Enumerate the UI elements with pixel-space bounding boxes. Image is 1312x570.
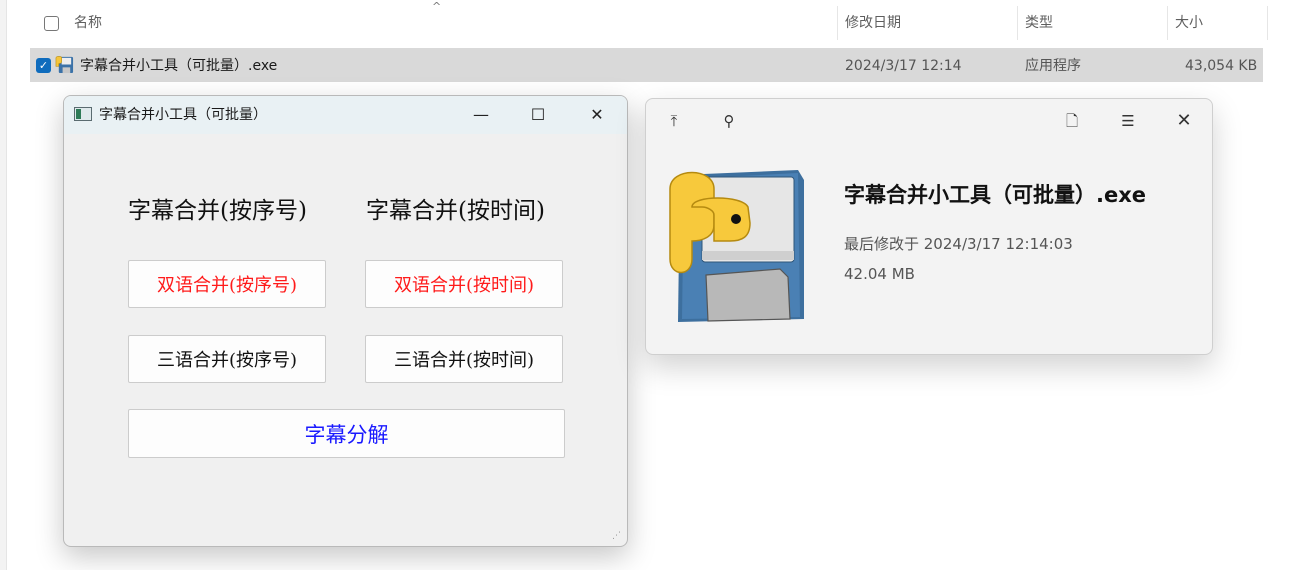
- bilingual-merge-time-button[interactable]: 双语合并(按时间): [365, 260, 563, 308]
- trilingual-merge-number-button[interactable]: 三语合并(按序号): [128, 335, 326, 383]
- file-size: 43,054 KB: [1185, 58, 1258, 74]
- window-title: 字幕合并小工具（可批量）: [99, 107, 267, 123]
- preview-file-name: 字幕合并小工具（可批量）.exe: [844, 183, 1147, 207]
- pin-icon[interactable]: ⚲: [711, 107, 747, 135]
- app-window-icon: [74, 107, 92, 121]
- column-divider[interactable]: [837, 6, 838, 40]
- file-name[interactable]: 字幕合并小工具（可批量）.exe: [80, 48, 277, 82]
- minimize-button[interactable]: —: [458, 96, 504, 134]
- details-icon[interactable]: ☰: [1110, 107, 1146, 135]
- python-floppy-icon: [669, 170, 804, 322]
- column-header-name[interactable]: 名称: [74, 6, 102, 40]
- open-file-icon[interactable]: 🗋: [1054, 107, 1090, 135]
- column-header-modified[interactable]: 修改日期: [845, 6, 901, 40]
- file-type: 应用程序: [1025, 58, 1081, 74]
- bilingual-merge-number-button[interactable]: 双语合并(按序号): [128, 260, 326, 308]
- column-divider[interactable]: [1267, 6, 1268, 40]
- column-divider[interactable]: [1017, 6, 1018, 40]
- move-top-icon[interactable]: ⤒: [656, 107, 692, 135]
- window-titlebar[interactable]: 字幕合并小工具（可批量） — ☐ ✕: [64, 96, 627, 134]
- file-row[interactable]: ✓ 字幕合并小工具（可批量）.exe 2024/3/17 12:14 应用程序 …: [30, 48, 1263, 82]
- file-preview-panel: ⤒ ⚲ 🗋 ☰ ✕ 字幕合并小工具（可批量）.exe 最后修改于 2024/3/…: [645, 98, 1213, 355]
- select-all-checkbox[interactable]: [44, 16, 59, 31]
- preview-modified: 最后修改于 2024/3/17 12:14:03: [844, 235, 1073, 253]
- file-modified: 2024/3/17 12:14: [845, 58, 962, 74]
- close-icon[interactable]: ✕: [1166, 107, 1202, 135]
- file-row-checkbox[interactable]: ✓: [36, 58, 51, 73]
- column-header-size[interactable]: 大小: [1175, 6, 1203, 40]
- heading-by-time: 字幕合并(按时间): [366, 198, 545, 224]
- subtitle-merge-window: 字幕合并小工具（可批量） — ☐ ✕ 字幕合并(按序号) 字幕合并(按时间) 双…: [63, 95, 628, 547]
- column-header-type[interactable]: 类型: [1025, 6, 1053, 40]
- python-floppy-icon: [55, 56, 74, 74]
- subtitle-split-button[interactable]: 字幕分解: [128, 409, 565, 458]
- maximize-button[interactable]: ☐: [515, 96, 561, 134]
- explorer-left-edge: [0, 0, 7, 570]
- column-divider[interactable]: [1167, 6, 1168, 40]
- sort-ascending-icon: ^: [432, 0, 442, 13]
- trilingual-merge-time-button[interactable]: 三语合并(按时间): [365, 335, 563, 383]
- heading-by-number: 字幕合并(按序号): [128, 198, 307, 224]
- resize-grip-icon[interactable]: ⋰: [612, 531, 624, 543]
- column-header-row: 名称 ^ 修改日期 类型 大小: [30, 0, 1268, 40]
- preview-size: 42.04 MB: [844, 265, 915, 283]
- close-button[interactable]: ✕: [574, 96, 620, 134]
